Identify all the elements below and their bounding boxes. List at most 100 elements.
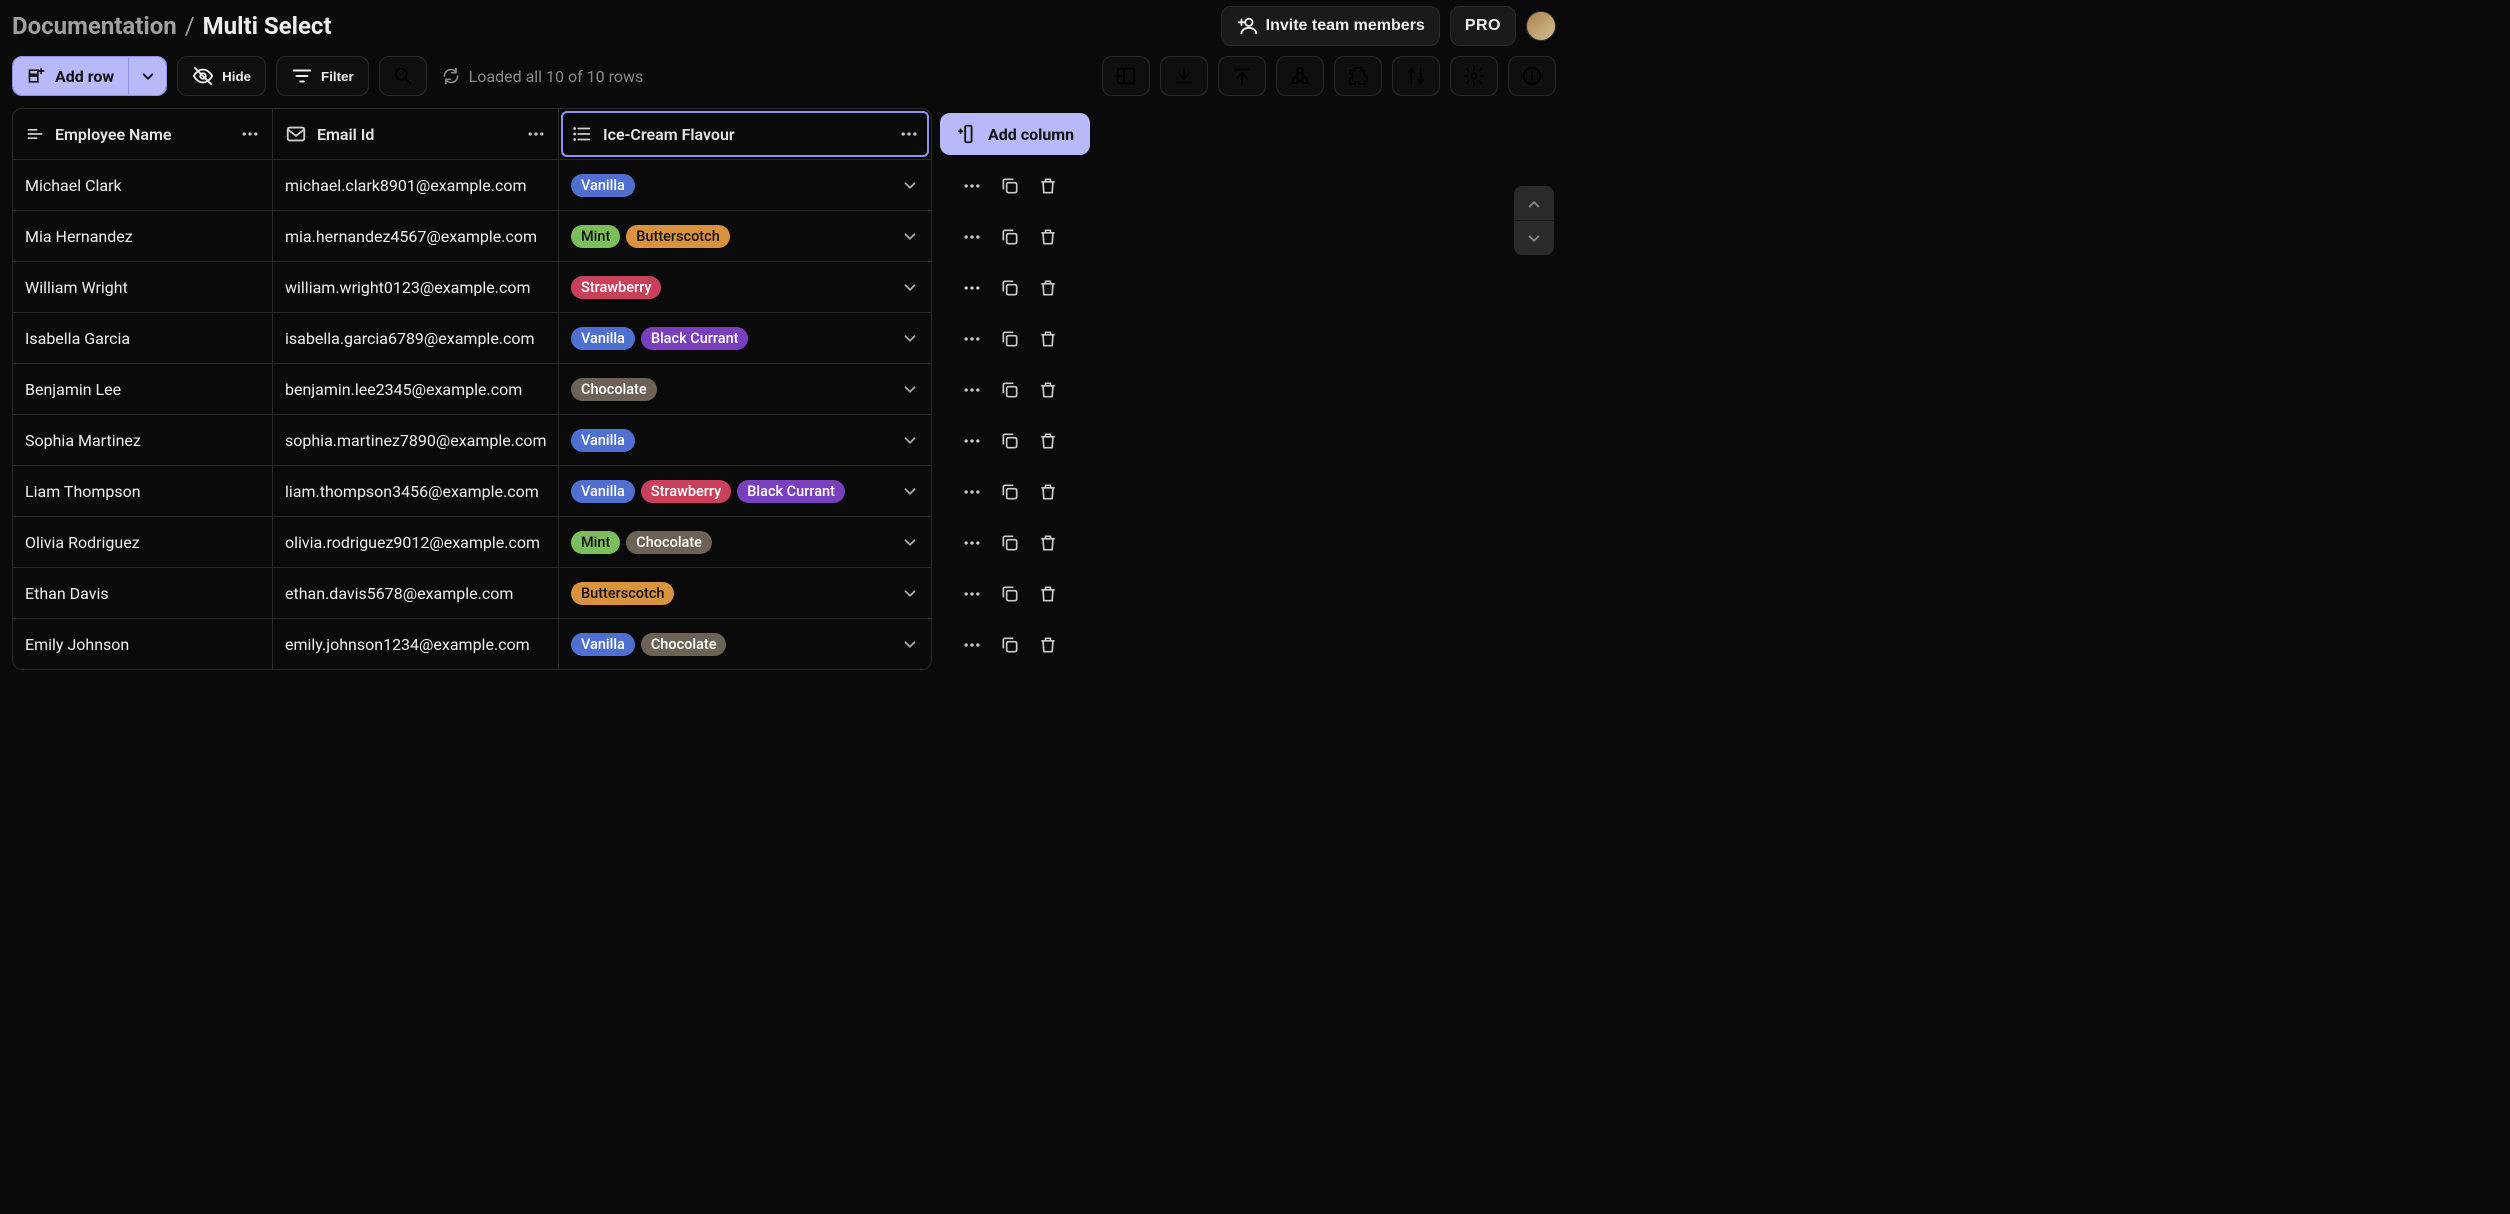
cell-email[interactable]: michael.clark8901@example.com <box>273 160 559 210</box>
cell-flavour[interactable]: MintButterscotch <box>559 211 931 261</box>
copy-icon <box>1000 482 1020 502</box>
filter-button[interactable]: Filter <box>276 56 369 96</box>
flavour-dropdown-toggle[interactable] <box>901 584 919 602</box>
row-copy-button[interactable] <box>1000 176 1020 196</box>
cell-email[interactable]: sophia.martinez7890@example.com <box>273 415 559 465</box>
cell-name[interactable]: Liam Thompson <box>13 466 273 516</box>
cell-name[interactable]: Sophia Martinez <box>13 415 273 465</box>
hide-columns-button[interactable]: Hide <box>177 56 266 96</box>
settings-button[interactable] <box>1450 56 1498 96</box>
row-copy-button[interactable] <box>1000 431 1020 451</box>
pro-badge-button[interactable]: PRO <box>1450 6 1516 46</box>
cell-name[interactable]: Benjamin Lee <box>13 364 273 414</box>
cell-flavour[interactable]: Butterscotch <box>559 568 931 618</box>
column-header-flavour[interactable]: Ice-Cream Flavour <box>559 109 931 159</box>
column-header-name[interactable]: Employee Name <box>13 109 273 159</box>
row-more-button[interactable] <box>962 176 982 196</box>
row-delete-button[interactable] <box>1038 431 1058 451</box>
row-more-button[interactable] <box>962 584 982 604</box>
cell-name[interactable]: William Wright <box>13 262 273 312</box>
cell-flavour[interactable]: VanillaStrawberryBlack Currant <box>559 466 931 516</box>
layout-button[interactable] <box>1102 56 1150 96</box>
row-copy-button[interactable] <box>1000 482 1020 502</box>
column-menu-name[interactable] <box>240 124 260 144</box>
row-more-button[interactable] <box>962 482 982 502</box>
extensions-button[interactable] <box>1334 56 1382 96</box>
row-delete-button[interactable] <box>1038 329 1058 349</box>
cell-email[interactable]: liam.thompson3456@example.com <box>273 466 559 516</box>
flavour-tag: Black Currant <box>641 327 749 350</box>
flavour-dropdown-toggle[interactable] <box>901 278 919 296</box>
add-row-button[interactable]: Add row <box>13 57 128 95</box>
column-header-email[interactable]: Email Id <box>273 109 559 159</box>
cell-flavour[interactable]: Vanilla <box>559 415 931 465</box>
row-more-button[interactable] <box>962 380 982 400</box>
row-delete-button[interactable] <box>1038 584 1058 604</box>
row-more-button[interactable] <box>962 227 982 247</box>
cell-name[interactable]: Olivia Rodriguez <box>13 517 273 567</box>
row-delete-button[interactable] <box>1038 380 1058 400</box>
cell-flavour[interactable]: VanillaChocolate <box>559 619 931 669</box>
row-copy-button[interactable] <box>1000 380 1020 400</box>
cell-name[interactable]: Emily Johnson <box>13 619 273 669</box>
row-copy-button[interactable] <box>1000 329 1020 349</box>
webhook-button[interactable] <box>1276 56 1324 96</box>
row-more-button[interactable] <box>962 431 982 451</box>
row-copy-button[interactable] <box>1000 584 1020 604</box>
cell-name[interactable]: Michael Clark <box>13 160 273 210</box>
row-copy-button[interactable] <box>1000 533 1020 553</box>
cell-flavour[interactable]: Strawberry <box>559 262 931 312</box>
row-copy-button[interactable] <box>1000 227 1020 247</box>
column-menu-email[interactable] <box>526 124 546 144</box>
row-more-button[interactable] <box>962 329 982 349</box>
cell-flavour[interactable]: MintChocolate <box>559 517 931 567</box>
row-more-button[interactable] <box>962 635 982 655</box>
scroll-up-button[interactable] <box>1514 186 1554 220</box>
flavour-dropdown-toggle[interactable] <box>901 482 919 500</box>
row-delete-button[interactable] <box>1038 533 1058 553</box>
invite-team-button[interactable]: Invite team members <box>1221 6 1440 46</box>
breadcrumb-parent[interactable]: Documentation <box>12 12 177 40</box>
flavour-dropdown-toggle[interactable] <box>901 176 919 194</box>
cell-email[interactable]: olivia.rodriguez9012@example.com <box>273 517 559 567</box>
cell-email[interactable]: william.wright0123@example.com <box>273 262 559 312</box>
cell-flavour[interactable]: VanillaBlack Currant <box>559 313 931 363</box>
cell-email[interactable]: mia.hernandez4567@example.com <box>273 211 559 261</box>
cell-flavour[interactable]: Vanilla <box>559 160 931 210</box>
row-delete-button[interactable] <box>1038 176 1058 196</box>
flavour-tag: Vanilla <box>571 633 635 656</box>
sort-button[interactable] <box>1392 56 1440 96</box>
cell-name[interactable]: Ethan Davis <box>13 568 273 618</box>
search-button[interactable] <box>379 56 427 96</box>
flavour-dropdown-toggle[interactable] <box>901 635 919 653</box>
user-avatar[interactable] <box>1526 11 1556 41</box>
row-more-button[interactable] <box>962 533 982 553</box>
column-menu-flavour[interactable] <box>899 124 919 144</box>
cell-email[interactable]: ethan.davis5678@example.com <box>273 568 559 618</box>
cell-email[interactable]: emily.johnson1234@example.com <box>273 619 559 669</box>
cell-flavour[interactable]: Chocolate <box>559 364 931 414</box>
extension-icon <box>1347 65 1369 87</box>
cell-email[interactable]: isabella.garcia6789@example.com <box>273 313 559 363</box>
info-button[interactable] <box>1508 56 1556 96</box>
flavour-dropdown-toggle[interactable] <box>901 329 919 347</box>
row-copy-button[interactable] <box>1000 635 1020 655</box>
cell-name[interactable]: Mia Hernandez <box>13 211 273 261</box>
row-delete-button[interactable] <box>1038 635 1058 655</box>
row-delete-button[interactable] <box>1038 482 1058 502</box>
import-button[interactable] <box>1160 56 1208 96</box>
cell-email[interactable]: benjamin.lee2345@example.com <box>273 364 559 414</box>
row-delete-button[interactable] <box>1038 227 1058 247</box>
cell-name[interactable]: Isabella Garcia <box>13 313 273 363</box>
row-copy-button[interactable] <box>1000 278 1020 298</box>
add-column-button[interactable]: Add column <box>940 113 1090 155</box>
export-button[interactable] <box>1218 56 1266 96</box>
row-delete-button[interactable] <box>1038 278 1058 298</box>
scroll-down-button[interactable] <box>1514 221 1554 255</box>
row-more-button[interactable] <box>962 278 982 298</box>
flavour-dropdown-toggle[interactable] <box>901 431 919 449</box>
flavour-dropdown-toggle[interactable] <box>901 380 919 398</box>
add-row-menu-button[interactable] <box>128 57 166 95</box>
flavour-dropdown-toggle[interactable] <box>901 227 919 245</box>
flavour-dropdown-toggle[interactable] <box>901 533 919 551</box>
